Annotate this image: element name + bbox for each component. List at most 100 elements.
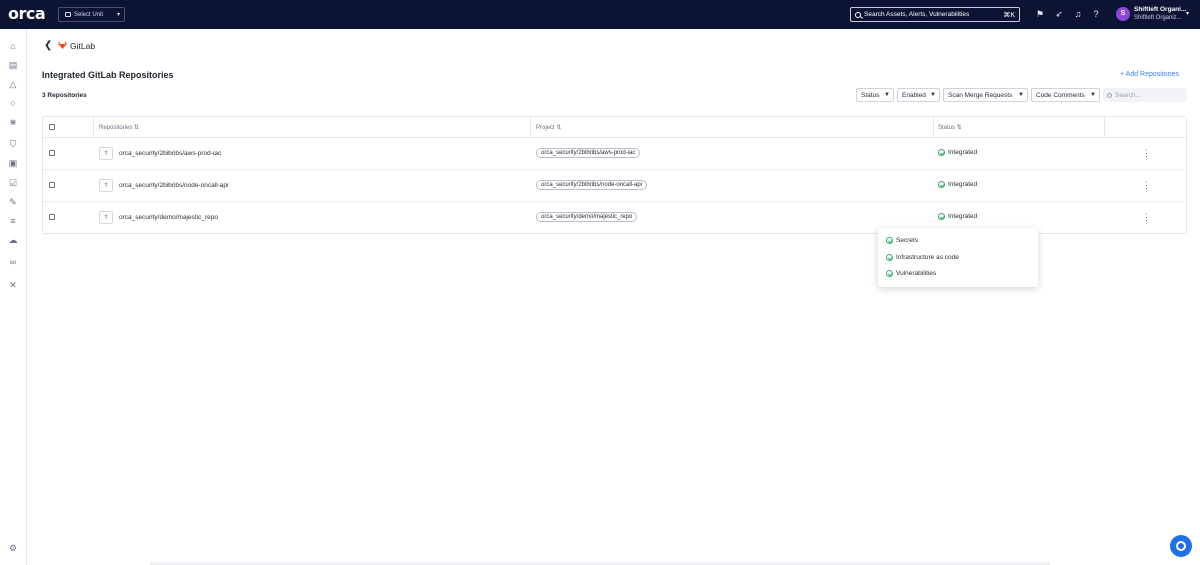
repository-name[interactable]: orca_security/2bibribs/node-oncall-api: [119, 182, 228, 189]
database-icon[interactable]: ≡: [8, 216, 18, 226]
repository-name[interactable]: orca_security/2bibribs/aws-prod-iac: [119, 150, 221, 157]
more-options-icon[interactable]: ⋮: [1142, 180, 1151, 190]
flag-icon[interactable]: ⚑: [1035, 9, 1045, 19]
bottom-shadow: [150, 561, 1050, 565]
more-options-icon[interactable]: ⋮: [1142, 148, 1151, 158]
status-label: Integrated: [948, 181, 978, 188]
graph-icon[interactable]: ⋇: [8, 117, 18, 127]
enabled-filter-label: Enabled: [902, 91, 926, 99]
check-circle-icon: [938, 213, 945, 220]
back-arrow-icon[interactable]: ❮: [44, 40, 52, 51]
checklist-icon[interactable]: ☑: [8, 178, 18, 188]
table-row[interactable]: ⍒ orca_security/2bibribs/node-oncall-api…: [43, 170, 1186, 202]
column-header-repositories[interactable]: Repositories ⇅: [99, 124, 139, 131]
section-title: Integrated GitLab Repositories: [42, 70, 174, 80]
column-header-status[interactable]: Status ⇅: [938, 124, 962, 131]
select-all-checkbox[interactable]: [49, 124, 55, 130]
caret-down-icon: ▼: [1090, 92, 1096, 98]
gitlab-repo-icon: ⍒: [99, 147, 113, 160]
more-options-icon[interactable]: ⋮: [1142, 212, 1151, 222]
row-checkbox[interactable]: [49, 150, 55, 156]
column-header-project[interactable]: Project ⇅: [536, 124, 561, 131]
column-divider: [530, 117, 531, 138]
project-chip: orca_security/2bibribs/node-oncall-api: [536, 180, 648, 190]
repository-name[interactable]: orca_security/demo/majestic_repo: [119, 214, 218, 221]
popover-item-vulnerabilities: Vulnerabilities: [886, 270, 936, 277]
shield-icon[interactable]: ⛉: [8, 139, 18, 149]
org-name[interactable]: Shiftleft Organi...: [1134, 6, 1186, 13]
unit-icon: [65, 12, 71, 17]
table-row[interactable]: ⍒ orca_security/2bibribs/aws-prod-iac or…: [43, 138, 1186, 170]
lock-icon[interactable]: ⌂: [8, 41, 18, 51]
add-repositories-button[interactable]: + Add Repositories: [1120, 71, 1179, 78]
table-header: Repositories ⇅ Project ⇅ Status ⇅: [43, 117, 1186, 138]
check-circle-icon: [938, 181, 945, 188]
infinity-icon[interactable]: ∞: [8, 257, 18, 267]
caret-down-icon: ▼: [930, 92, 936, 98]
check-circle-icon: [886, 237, 893, 244]
code-comments-filter-label: Code Comments: [1036, 91, 1085, 99]
gitlab-repo-icon: ⍒: [99, 179, 113, 192]
status-label: Integrated: [948, 213, 978, 220]
enabled-filter[interactable]: Enabled ▼: [897, 88, 940, 102]
code-comments-filter[interactable]: Code Comments ▼: [1031, 88, 1100, 102]
repository-search-placeholder: Search...: [1115, 91, 1142, 99]
dashboard-icon[interactable]: ▤: [8, 60, 18, 70]
project-chip: orca_security/demo/majestic_repo: [536, 212, 638, 222]
popover-item-secrets: Secrets: [886, 237, 918, 244]
status-cell[interactable]: Integrated: [938, 181, 977, 188]
chevron-down-icon[interactable]: ▾: [1186, 10, 1189, 17]
check-circle-icon: [886, 254, 893, 261]
orca-logo[interactable]: orca: [8, 6, 46, 22]
help-icon[interactable]: ?: [1091, 9, 1101, 19]
search-icon: [1107, 92, 1112, 98]
popover-item-label: Vulnerabilities: [896, 270, 937, 277]
column-divider: [933, 117, 934, 138]
scan-merge-requests-filter[interactable]: Scan Merge Requests ▼: [943, 88, 1028, 102]
status-cell[interactable]: Integrated: [938, 149, 977, 156]
alert-icon[interactable]: △: [8, 79, 18, 89]
check-circle-icon: [938, 149, 945, 156]
bag-icon[interactable]: ▣: [8, 158, 18, 168]
check-circle-icon: [886, 270, 893, 277]
integration-status-popover: Secrets Infrastructure as code Vulnerabi…: [878, 228, 1038, 287]
sidebar: ⌂ ▤ △ ○ ⋇ ⛉ ▣ ☑ ✎ ≡ ☁ ∞ ✕ ⚙: [0, 29, 27, 565]
column-divider: [93, 117, 94, 138]
project-chip: orca_security/2bibribs/aws-prod-iac: [536, 148, 641, 158]
repository-count: 3 Repositories: [42, 92, 87, 99]
row-checkbox[interactable]: [49, 214, 55, 220]
repositories-table: Repositories ⇅ Project ⇅ Status ⇅ ⍒ orca…: [42, 116, 1187, 234]
column-divider: [1104, 117, 1105, 138]
global-search-input[interactable]: Search Assets, Alerts, Vulnerabilities ⌘…: [850, 7, 1020, 22]
top-bar: orca Select Unit ▾ Search Assets, Alerts…: [0, 0, 1200, 29]
status-label: Integrated: [948, 149, 978, 156]
page-title: GitLab: [70, 41, 96, 51]
status-cell[interactable]: Integrated: [938, 213, 977, 220]
gitlab-repo-icon: ⍒: [99, 211, 113, 224]
gear-icon[interactable]: ⚙: [8, 543, 18, 553]
popover-item-iac: Infrastructure as code: [886, 254, 959, 261]
row-checkbox[interactable]: [49, 182, 55, 188]
help-chat-button[interactable]: [1170, 535, 1192, 557]
rocket-icon[interactable]: ➶: [1054, 9, 1064, 19]
gitlab-icon: [58, 41, 67, 49]
repository-search-input[interactable]: Search...: [1103, 88, 1187, 102]
popover-item-label: Infrastructure as code: [896, 254, 959, 261]
avatar[interactable]: S: [1116, 7, 1130, 21]
cloud-icon[interactable]: ☁: [8, 235, 18, 245]
status-filter-label: Status: [861, 91, 880, 99]
shuffle-icon[interactable]: ✕: [8, 280, 18, 290]
unit-select-dropdown[interactable]: Select Unit ▾: [58, 7, 125, 22]
caret-down-icon: ▼: [1018, 92, 1024, 98]
caret-down-icon: ▼: [884, 92, 890, 98]
status-filter[interactable]: Status ▼: [856, 88, 894, 102]
popover-item-label: Secrets: [896, 237, 919, 244]
org-subtitle: Shiftleft Organiz...: [1134, 15, 1182, 21]
bell-icon[interactable]: ♫: [1073, 9, 1083, 19]
caret-down-icon: ▾: [116, 12, 120, 18]
unit-select-label: Select Unit: [74, 11, 104, 18]
global-search-placeholder: Search Assets, Alerts, Vulnerabilities: [864, 11, 970, 18]
search-shortcut: ⌘K: [1003, 12, 1015, 19]
edit-icon[interactable]: ✎: [8, 197, 18, 207]
search-icon[interactable]: ○: [8, 98, 18, 108]
